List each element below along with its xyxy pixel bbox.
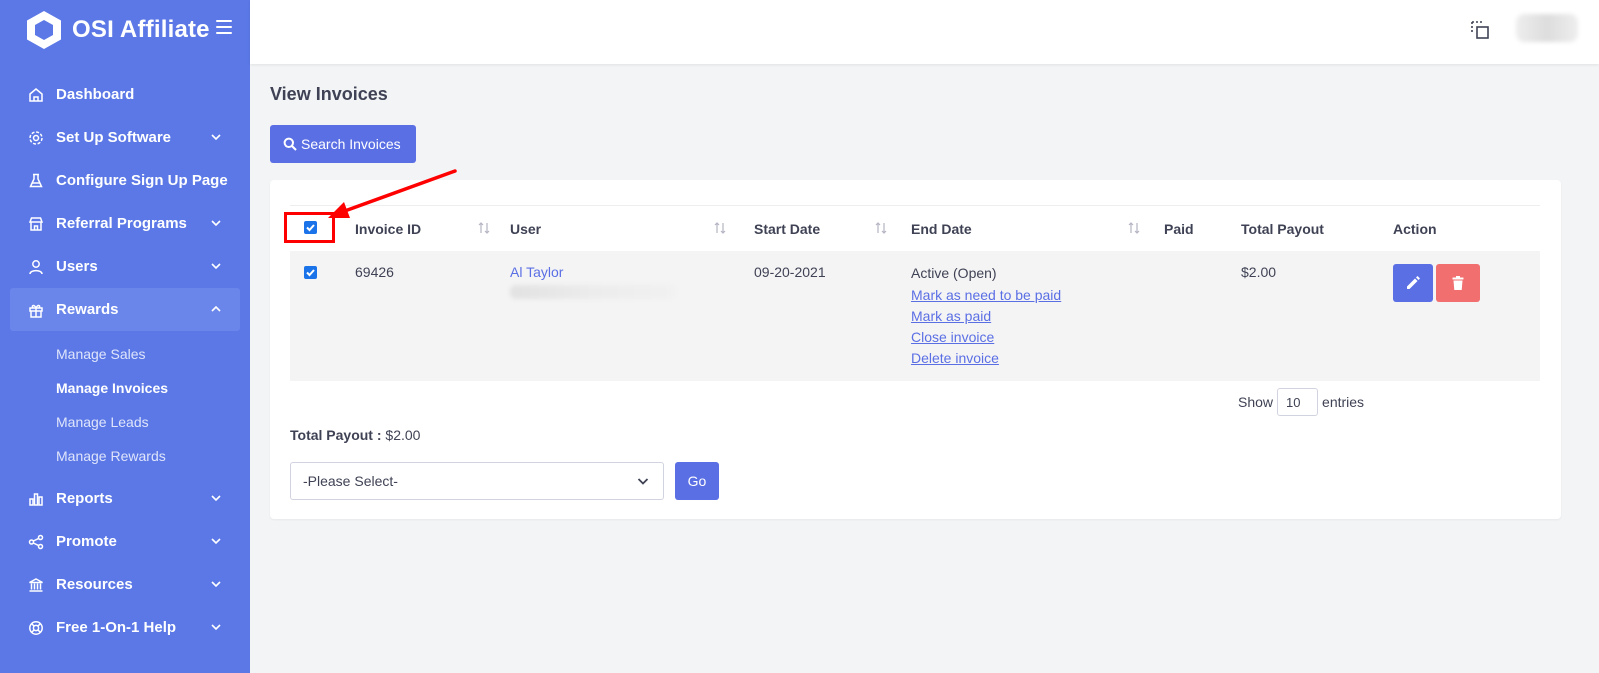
home-icon (28, 87, 44, 103)
lifebuoy-icon (28, 620, 44, 636)
sidebar: OSI Affiliate Dashboard Set Up Software … (0, 0, 250, 673)
sidebar-item-rewards[interactable]: Rewards (10, 288, 240, 331)
sort-icon[interactable] (477, 221, 491, 235)
store-icon (28, 216, 44, 232)
column-header-paid[interactable]: Paid (1164, 221, 1194, 237)
user-icon (28, 259, 44, 275)
close-invoice-link[interactable]: Close invoice (911, 327, 1061, 348)
sort-icon[interactable] (1127, 221, 1141, 235)
total-payout-value: $2.00 (385, 427, 421, 443)
sidebar-item-set-up-software[interactable]: Set Up Software (0, 116, 250, 159)
brand-name: OSI Affiliate (72, 16, 210, 43)
user-email-redacted (510, 285, 675, 299)
sidebar-item-users[interactable]: Users (0, 245, 250, 288)
total-payout-cell: $2.00 (1241, 264, 1277, 280)
column-header-end-date[interactable]: End Date (911, 221, 972, 237)
delete-invoice-link[interactable]: Delete invoice (911, 348, 1061, 369)
start-date-cell: 09-20-2021 (754, 264, 826, 280)
menu-toggle-icon[interactable] (216, 20, 232, 34)
entries-label: entries (1322, 394, 1365, 410)
sort-icon[interactable] (713, 221, 727, 235)
sidebar-item-configure-sign-up-page[interactable]: Configure Sign Up Page (0, 159, 250, 202)
invoice-id-cell: 69426 (355, 264, 394, 280)
end-date-cell: Active (Open) Mark as need to be paid Ma… (911, 264, 1061, 369)
sidebar-item-label: Free 1-On-1 Help (56, 619, 177, 636)
chevron-down-icon (211, 538, 221, 545)
user-avatar[interactable] (1516, 14, 1578, 42)
mark-as-paid-link[interactable]: Mark as paid (911, 306, 1061, 327)
search-invoices-label: Search Invoices (301, 136, 401, 152)
bank-icon (28, 577, 44, 593)
column-header-action: Action (1393, 221, 1437, 237)
column-header-total-payout[interactable]: Total Payout (1241, 221, 1324, 237)
sidebar-item-free-help[interactable]: Free 1-On-1 Help (0, 606, 250, 649)
chevron-down-icon (211, 134, 221, 141)
sidebar-item-referral-programs[interactable]: Referral Programs (0, 202, 250, 245)
total-payout-summary: Total Payout : $2.00 (290, 427, 420, 443)
invoices-card: Invoice ID User Start Date End Date Paid… (270, 180, 1561, 519)
chevron-up-icon (211, 305, 221, 312)
sidebar-item-promote[interactable]: Promote (0, 520, 250, 563)
rewards-submenu: Manage Sales Manage Invoices Manage Lead… (0, 331, 250, 477)
chevron-down-icon (637, 478, 649, 485)
brand-logo-icon (27, 11, 61, 49)
bar-chart-icon (28, 491, 44, 507)
sidebar-subitem-manage-leads[interactable]: Manage Leads (0, 405, 250, 439)
gear-icon (28, 130, 44, 146)
chevron-down-icon (211, 263, 221, 270)
flask-icon (28, 173, 44, 189)
search-icon (283, 137, 297, 151)
bulk-action-select[interactable]: -Please Select- (290, 462, 664, 500)
gift-icon (28, 302, 44, 318)
trash-icon (1452, 276, 1464, 290)
sidebar-item-dashboard[interactable]: Dashboard (0, 73, 250, 116)
share-icon (28, 534, 44, 550)
sidebar-item-resources[interactable]: Resources (0, 563, 250, 606)
sidebar-item-label: Set Up Software (56, 129, 172, 146)
invoice-status: Active (Open) (911, 265, 997, 281)
topbar (250, 0, 1599, 64)
sidebar-item-reports[interactable]: Reports (0, 477, 250, 520)
bulk-action-selected: -Please Select- (303, 473, 398, 489)
sidebar-item-label: Dashboard (56, 86, 135, 103)
search-invoices-button[interactable]: Search Invoices (270, 125, 416, 163)
total-payout-label: Total Payout : (290, 427, 382, 443)
sidebar-item-label: Users (56, 258, 98, 275)
chevron-down-icon (211, 624, 221, 631)
annotation-arrow (328, 169, 457, 218)
sidebar-nav: Dashboard Set Up Software Configure Sign… (0, 73, 250, 649)
sidebar-item-label: Reports (56, 490, 113, 507)
sidebar-subitem-manage-rewards[interactable]: Manage Rewards (0, 439, 250, 473)
fullscreen-icon[interactable] (1470, 20, 1490, 40)
sort-icon[interactable] (874, 221, 888, 235)
chevron-down-icon (211, 220, 221, 227)
delete-button[interactable] (1436, 264, 1480, 302)
show-label: Show (1238, 394, 1274, 410)
go-button[interactable]: Go (675, 462, 719, 500)
entries-input[interactable] (1277, 388, 1319, 416)
sidebar-item-label: Referral Programs (56, 215, 187, 232)
mark-as-need-to-be-paid-link[interactable]: Mark as need to be paid (911, 285, 1061, 306)
column-header-user[interactable]: User (510, 221, 541, 237)
sidebar-item-label: Resources (56, 576, 133, 593)
sidebar-item-label: Promote (56, 533, 117, 550)
sidebar-item-label: Rewards (56, 301, 119, 318)
page-length-control: Show entries (1238, 388, 1364, 416)
column-header-start-date[interactable]: Start Date (754, 221, 820, 237)
brand[interactable]: OSI Affiliate (24, 9, 210, 51)
sidebar-subitem-manage-sales[interactable]: Manage Sales (0, 337, 250, 371)
divider (290, 205, 1540, 206)
pencil-icon (1407, 276, 1420, 289)
sidebar-subitem-manage-invoices[interactable]: Manage Invoices (0, 371, 250, 405)
chevron-down-icon (211, 495, 221, 502)
user-link[interactable]: Al Taylor (510, 264, 563, 280)
edit-button[interactable] (1393, 264, 1433, 302)
chevron-down-icon (211, 581, 221, 588)
row-checkbox[interactable] (304, 266, 317, 279)
sidebar-item-label: Configure Sign Up Page (56, 172, 228, 189)
page-title: View Invoices (270, 84, 388, 104)
